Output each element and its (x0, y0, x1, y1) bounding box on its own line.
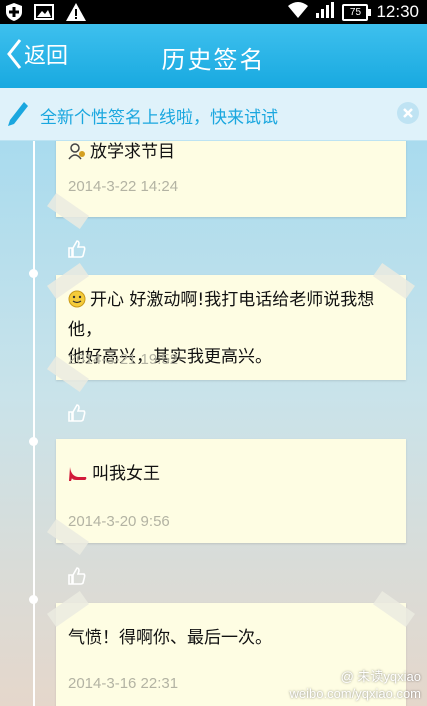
signature-time: 2014-3-22 14:24 (68, 178, 179, 195)
shield-icon (6, 3, 22, 25)
watermark-line: weibo.com/yqxiao.com (289, 686, 422, 701)
tape-decoration (47, 590, 89, 628)
signature-time: 2014-3-16 22:31 (68, 675, 179, 692)
person-icon (68, 142, 86, 169)
signature-time: 2014-3-20 9:56 (68, 513, 170, 530)
timeline-dot (29, 437, 38, 446)
thumbs-up-icon[interactable] (68, 240, 86, 262)
tape-decoration (373, 590, 415, 628)
signature-time: 2014-3-21 19:52 (68, 351, 179, 368)
pencil-icon (6, 100, 30, 132)
signature-timeline[interactable]: 放学求节目 2014-3-22 14:24 开心 好激动啊!我打电话给老师说我想… (0, 141, 427, 706)
page-title: 历史签名 (161, 46, 266, 74)
timeline-dot (29, 595, 38, 604)
thumbs-up-icon[interactable] (68, 567, 86, 589)
signature-text: 气愤！得啊你、最后一次。 (68, 628, 272, 648)
timeline-dot (29, 269, 38, 278)
image-icon (34, 4, 54, 24)
banner-text: 全新个性签名上线啦，快来试试 (40, 108, 278, 128)
signal-icon (316, 2, 335, 22)
status-bar: 75 12:30 (0, 0, 427, 24)
timeline-line (33, 141, 35, 706)
thumbs-up-icon[interactable] (68, 404, 86, 426)
watermark-line: @ 未读yqxiao (340, 669, 421, 684)
tape-decoration (47, 192, 89, 230)
warning-icon (66, 3, 86, 25)
wifi-icon (288, 2, 309, 22)
signature-card: 放学求节目 2014-3-22 14:24 (47, 141, 406, 230)
signature-text: 开心 好激动啊!我打电话给老师说我想他， (68, 290, 375, 340)
signature-card: 叫我女王 2014-3-20 9:56 (47, 439, 406, 556)
battery-icon: 75 (342, 3, 372, 21)
watermark: @ 未读yqxiao weibo.com/yqxiao.com (290, 668, 422, 702)
signature-card: 开心 好激动啊!我打电话给老师说我想他， 他好高兴，其实我更高兴。 2014-3… (47, 262, 415, 393)
signature-text: 放学求节目 (90, 142, 175, 162)
close-icon[interactable] (397, 102, 419, 124)
smiley-icon (68, 290, 86, 317)
promo-banner[interactable]: 全新个性签名上线啦，快来试试 (0, 88, 427, 141)
nav-bar: 返回 历史签名 (0, 24, 427, 88)
status-time: 12:30 (376, 2, 419, 21)
high-heel-icon (68, 464, 88, 491)
signature-text: 叫我女王 (92, 464, 160, 484)
